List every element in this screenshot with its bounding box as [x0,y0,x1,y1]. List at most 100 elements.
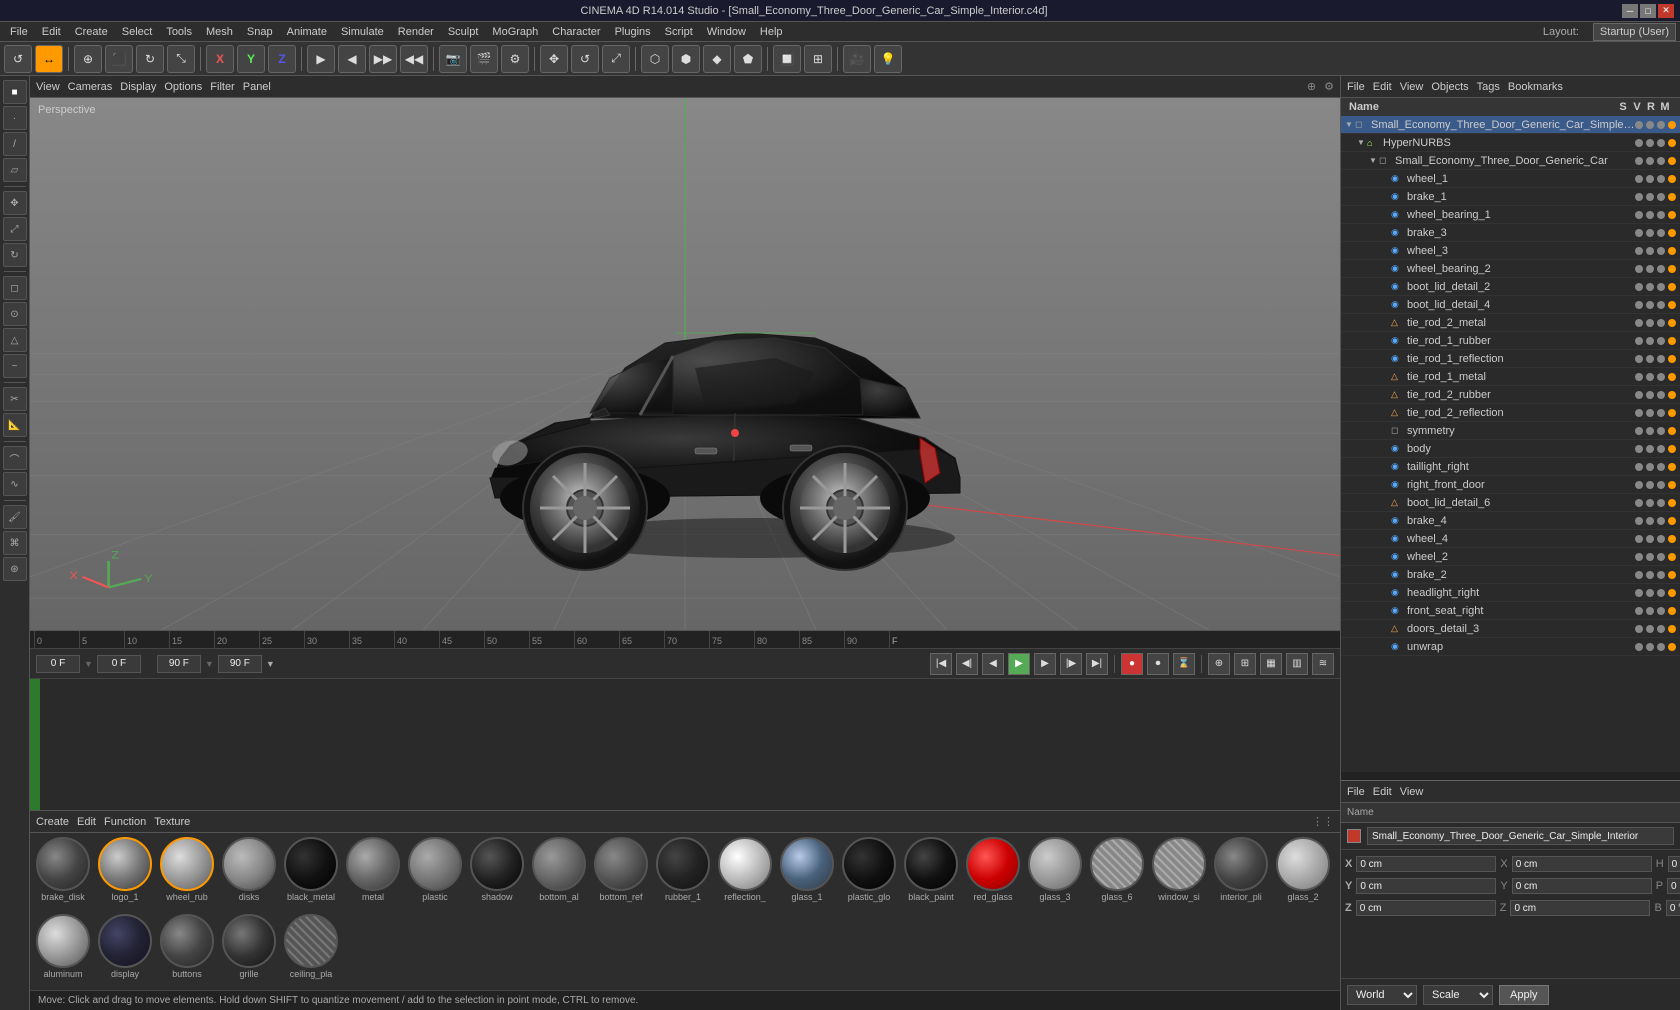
dot-r[interactable] [1657,211,1665,219]
vp-expand[interactable]: ⊕ [1307,80,1316,93]
om-tree[interactable]: ▼◻Small_Economy_Three_Door_Generic_Car_S… [1341,116,1680,772]
material-item[interactable]: grille [220,914,278,987]
dot-m[interactable] [1668,589,1676,597]
material-item[interactable]: black_metal [282,837,340,910]
record-button[interactable]: ● [1121,653,1143,675]
vp-tab-cameras[interactable]: Cameras [68,81,113,93]
tree-item[interactable]: ◉body [1341,440,1680,458]
dot-r[interactable] [1657,265,1665,273]
am-color-swatch[interactable] [1347,829,1361,843]
tool-magnet[interactable]: ⌘ [3,531,27,555]
dot-v[interactable] [1646,517,1654,525]
dot-s[interactable] [1635,319,1643,327]
dot-s[interactable] [1635,391,1643,399]
dot-m[interactable] [1668,301,1676,309]
material-item[interactable]: display [96,914,154,987]
material-item[interactable]: metal [344,837,402,910]
tree-item[interactable]: ◉brake_3 [1341,224,1680,242]
menu-window[interactable]: Window [701,24,752,40]
dot-s[interactable] [1635,535,1643,543]
z-axis[interactable]: Z [268,45,296,73]
y-axis[interactable]: Y [237,45,265,73]
material-item[interactable]: red_glass [964,837,1022,910]
dot-s[interactable] [1635,517,1643,525]
dot-r[interactable] [1657,139,1665,147]
dot-s[interactable] [1635,553,1643,561]
motion-path-button[interactable]: ⊕ [1208,653,1230,675]
undo-button[interactable]: ↺ [4,45,32,73]
polygon-mode[interactable]: ⬡ [641,45,669,73]
tool-spline[interactable]: ⌒ [3,446,27,470]
dot-m[interactable] [1668,571,1676,579]
om-view[interactable]: View [1400,81,1424,93]
tree-item[interactable]: ◻symmetry [1341,422,1680,440]
dot-r[interactable] [1657,337,1665,345]
play-back-button[interactable]: ◀ [982,653,1004,675]
dot-v[interactable] [1646,211,1654,219]
mode-points[interactable]: · [3,106,27,130]
dot-s[interactable] [1635,229,1643,237]
tree-item[interactable]: ▼⌂HyperNURBS [1341,134,1680,152]
end-frame-input[interactable] [157,655,201,673]
tool-measure[interactable]: 📐 [3,413,27,437]
render-view-button[interactable]: 📷 [439,45,467,73]
om-file[interactable]: File [1347,81,1365,93]
render-settings-button[interactable]: ⚙ [501,45,529,73]
minimize-button[interactable]: ─ [1622,4,1638,18]
vp-tab-display[interactable]: Display [120,81,156,93]
menu-select[interactable]: Select [116,24,159,40]
mode-object[interactable]: ■ [3,80,27,104]
tree-item[interactable]: △tie_rod_2_metal [1341,314,1680,332]
dot-m[interactable] [1668,229,1676,237]
dot-r[interactable] [1657,373,1665,381]
am-coord-mode-dropdown[interactable]: World Local Screen [1347,985,1417,1005]
material-item[interactable]: bottom_al [530,837,588,910]
dot-r[interactable] [1657,247,1665,255]
dot-s[interactable] [1635,157,1643,165]
dope-sheet-button[interactable]: ▥ [1286,653,1308,675]
dot-m[interactable] [1668,373,1676,381]
material-item[interactable]: reflection_ [716,837,774,910]
vp-tab-panel[interactable]: Panel [243,81,271,93]
tool-nurbs[interactable]: ∿ [3,472,27,496]
scale-button[interactable]: ⤡ [167,45,195,73]
menu-help[interactable]: Help [754,24,789,40]
tree-item[interactable]: ◉unwrap [1341,638,1680,656]
dot-v[interactable] [1646,535,1654,543]
dot-m[interactable] [1668,643,1676,651]
tree-item[interactable]: ◉wheel_2 [1341,548,1680,566]
dot-r[interactable] [1657,283,1665,291]
tree-item[interactable]: ◉wheel_bearing_1 [1341,206,1680,224]
material-item[interactable]: bottom_ref [592,837,650,910]
snap-button[interactable]: 🔲 [773,45,801,73]
dot-v[interactable] [1646,229,1654,237]
edge-mode[interactable]: ⬢ [672,45,700,73]
dot-v[interactable] [1646,247,1654,255]
mat-tb-dots[interactable]: ⋮⋮ [1312,815,1334,828]
dot-r[interactable] [1657,499,1665,507]
tool-move[interactable]: ✥ [3,191,27,215]
material-item[interactable]: interior_pli [1212,837,1270,910]
mode-poly[interactable]: ▱ [3,158,27,182]
dot-r[interactable] [1657,607,1665,615]
step-forward-button[interactable]: |▶ [1060,653,1082,675]
om-objects[interactable]: Objects [1431,81,1468,93]
am-p-input[interactable] [1667,878,1680,894]
tree-item[interactable]: ◉wheel_1 [1341,170,1680,188]
viewport[interactable]: Perspective [30,98,1340,630]
filter-button[interactable]: ▦ [1260,653,1282,675]
am-edit[interactable]: Edit [1373,786,1392,798]
dot-r[interactable] [1657,589,1665,597]
material-item[interactable]: aluminum [34,914,92,987]
dot-s[interactable] [1635,481,1643,489]
dot-r[interactable] [1657,409,1665,417]
am-apply-button[interactable]: Apply [1499,985,1549,1005]
tree-item[interactable]: ◉front_seat_right [1341,602,1680,620]
dot-s[interactable] [1635,337,1643,345]
dot-m[interactable] [1668,463,1676,471]
dot-v[interactable] [1646,337,1654,345]
dot-v[interactable] [1646,499,1654,507]
material-item[interactable]: logo_1 [96,837,154,910]
tool-rotate[interactable]: ↻ [3,243,27,267]
material-item[interactable]: glass_3 [1026,837,1084,910]
